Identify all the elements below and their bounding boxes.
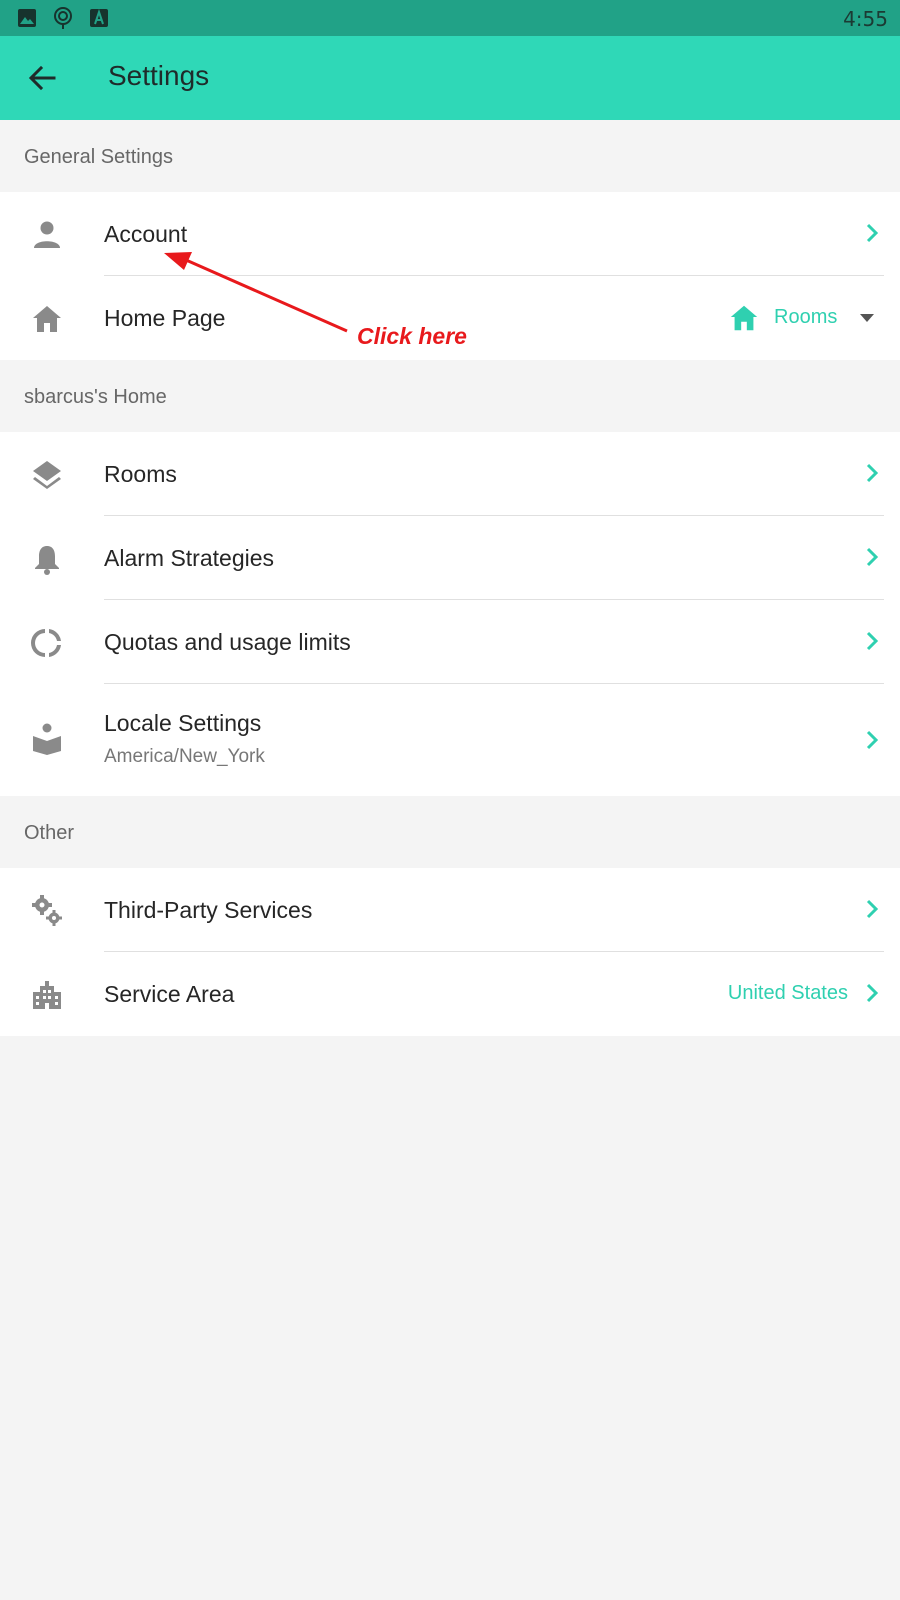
city-icon <box>33 981 61 1009</box>
locale-settings-label: Locale Settings <box>104 710 262 736</box>
locale-settings-sublabel: America/New_York <box>104 746 265 767</box>
gears-icon <box>32 895 62 926</box>
home-icon <box>33 306 61 332</box>
service-area-item[interactable]: Service Area United States <box>0 952 900 1036</box>
home-settings-group: Rooms Alarm Strategies Quotas and usage … <box>0 432 900 796</box>
quotas-label: Quotas and usage limits <box>104 629 351 655</box>
section-header-other: Other <box>0 796 900 868</box>
dropdown-arrow-icon[interactable] <box>858 312 876 324</box>
alarm-strategies-item[interactable]: Alarm Strategies <box>0 516 900 600</box>
service-area-value: United States <box>727 982 848 1004</box>
app-bar: Settings <box>0 36 900 120</box>
home-page-value[interactable]: Rooms <box>774 306 837 329</box>
person-icon <box>34 221 60 248</box>
chevron-right-icon <box>866 547 879 567</box>
annotation-text: Click here <box>357 323 467 349</box>
page-title: Settings <box>108 60 210 91</box>
chevron-right-icon <box>866 463 879 483</box>
third-party-services-item[interactable]: Third-Party Services <box>0 868 900 952</box>
chevron-right-icon <box>866 983 879 1003</box>
location-pin-icon <box>54 7 72 29</box>
chevron-right-icon <box>866 730 879 750</box>
other-settings-group: Third-Party Services Service Area United… <box>0 868 900 1036</box>
rooms-label: Rooms <box>104 461 177 487</box>
third-party-services-label: Third-Party Services <box>104 897 313 923</box>
status-time: 4:55 <box>843 7 888 31</box>
home-icon <box>730 305 758 331</box>
section-header-label: General Settings <box>24 146 173 168</box>
quotas-item[interactable]: Quotas and usage limits <box>0 600 900 684</box>
locale-settings-item[interactable]: Locale Settings America/New_York <box>0 684 900 796</box>
arrow-back-icon[interactable] <box>26 62 58 94</box>
section-header-home: sbarcus's Home <box>0 360 900 432</box>
book-reader-icon <box>33 723 61 755</box>
status-bar: 4:55 <box>0 0 900 36</box>
section-header-label: sbarcus's Home <box>24 386 167 408</box>
service-area-label: Service Area <box>104 981 235 1007</box>
chevron-right-icon <box>866 899 879 919</box>
chevron-right-icon <box>866 631 879 651</box>
font-a-icon <box>90 8 108 27</box>
home-page-label: Home Page <box>104 305 226 331</box>
bell-icon <box>35 546 59 575</box>
section-header-label: Other <box>24 822 75 844</box>
chevron-right-icon <box>866 223 879 243</box>
section-header-general: General Settings <box>0 120 900 192</box>
layers-icon <box>33 461 61 489</box>
account-item[interactable]: Account <box>0 192 900 276</box>
rooms-item[interactable]: Rooms <box>0 432 900 516</box>
alarm-strategies-label: Alarm Strategies <box>104 545 275 571</box>
account-label: Account <box>104 221 188 247</box>
image-icon <box>18 9 36 27</box>
donut-icon <box>31 629 61 657</box>
